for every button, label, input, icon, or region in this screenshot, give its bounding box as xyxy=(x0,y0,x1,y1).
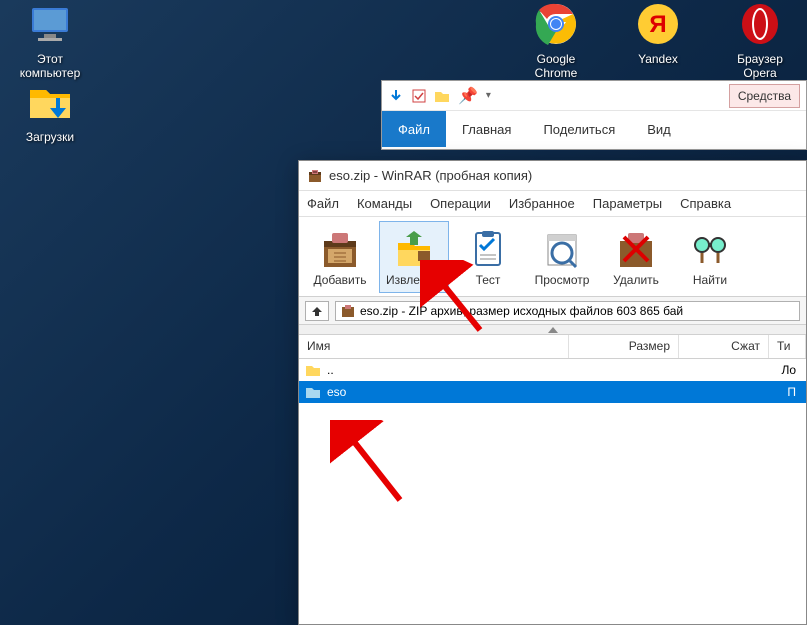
tab-file[interactable]: Файл xyxy=(382,111,446,147)
down-arrow-icon[interactable] xyxy=(388,88,404,104)
menu-favorites[interactable]: Избранное xyxy=(509,196,575,211)
menu-options[interactable]: Параметры xyxy=(593,196,662,211)
row-name: eso xyxy=(327,385,573,399)
winrar-window[interactable]: eso.zip - WinRAR (пробная копия) Файл Ко… xyxy=(298,160,807,625)
explorer-ribbon-tabs: Файл Главная Поделиться Вид xyxy=(382,111,806,147)
folder-icon xyxy=(305,363,321,377)
view-icon xyxy=(540,227,584,271)
folder-icon xyxy=(305,385,321,399)
path-text: eso.zip - ZIP архив, размер исходных фай… xyxy=(360,304,683,318)
menu-file[interactable]: Файл xyxy=(307,196,339,211)
pc-icon xyxy=(26,0,74,48)
view-button[interactable]: Просмотр xyxy=(527,221,597,293)
add-label: Добавить xyxy=(313,273,366,287)
menu-help[interactable]: Справка xyxy=(680,196,731,211)
desktop-icon-label: Загрузки xyxy=(10,130,90,144)
desktop-icon-this-pc[interactable]: Этоткомпьютер xyxy=(10,0,90,81)
column-packed[interactable]: Сжат xyxy=(679,335,769,358)
test-button[interactable]: Тест xyxy=(453,221,523,293)
view-label: Просмотр xyxy=(535,273,590,287)
desktop-icon-label: GoogleChrome xyxy=(516,52,596,81)
list-row-parent[interactable]: .. Ло xyxy=(299,359,806,381)
desktop-icon-yandex[interactable]: Я Yandex xyxy=(618,0,698,66)
tools-tab[interactable]: Средства xyxy=(729,84,800,108)
winrar-app-icon xyxy=(307,168,323,184)
find-label: Найти xyxy=(693,273,727,287)
winrar-pathbar: eso.zip - ZIP архив, размер исходных фай… xyxy=(299,297,806,325)
column-name[interactable]: Имя xyxy=(299,335,569,358)
file-list[interactable]: .. Ло eso П xyxy=(299,359,806,403)
folder-icon[interactable] xyxy=(434,89,450,103)
desktop-icon-opera[interactable]: БраузерOpera xyxy=(720,0,800,81)
qat-dropdown-icon[interactable]: ▾ xyxy=(486,90,491,101)
winrar-title-text: eso.zip - WinRAR (пробная копия) xyxy=(329,168,532,183)
explorer-quick-access-toolbar: 📌 ▾ Средства xyxy=(382,81,806,111)
column-type[interactable]: Ти xyxy=(769,335,806,358)
delete-label: Удалить xyxy=(613,273,659,287)
column-size[interactable]: Размер xyxy=(569,335,679,358)
desktop-icon-label: Этоткомпьютер xyxy=(10,52,90,81)
desktop-icon-chrome[interactable]: GoogleChrome xyxy=(516,0,596,81)
desktop-icon-downloads[interactable]: Загрузки xyxy=(10,78,90,144)
menu-commands[interactable]: Команды xyxy=(357,196,412,211)
downloads-folder-icon xyxy=(26,78,74,126)
row-type: П xyxy=(787,385,800,399)
extract-icon xyxy=(392,227,436,271)
explorer-window[interactable]: 📌 ▾ Средства Файл Главная Поделиться Вид xyxy=(381,80,807,150)
test-icon xyxy=(466,227,510,271)
archive-icon xyxy=(340,304,356,318)
up-button[interactable] xyxy=(305,301,329,321)
find-button[interactable]: Найти xyxy=(675,221,745,293)
column-marker xyxy=(299,325,806,335)
svg-text:Я: Я xyxy=(649,11,666,38)
delete-icon xyxy=(614,227,658,271)
path-field[interactable]: eso.zip - ZIP архив, размер исходных фай… xyxy=(335,301,800,321)
row-name: .. xyxy=(327,363,569,377)
test-label: Тест xyxy=(476,273,501,287)
extract-button[interactable]: Извлечь... xyxy=(379,221,449,293)
add-icon xyxy=(318,227,362,271)
add-button[interactable]: Добавить xyxy=(305,221,375,293)
row-type: Ло xyxy=(781,363,800,377)
winrar-menubar: Файл Команды Операции Избранное Параметр… xyxy=(299,191,806,217)
tab-share[interactable]: Поделиться xyxy=(527,111,631,147)
winrar-toolbar: Добавить Извлечь... Тест Просмотр Удалит… xyxy=(299,217,806,297)
desktop-icon-label: БраузерOpera xyxy=(720,52,800,81)
list-row-eso[interactable]: eso П xyxy=(299,381,806,403)
menu-operations[interactable]: Операции xyxy=(430,196,491,211)
checkbox-icon[interactable] xyxy=(412,89,426,103)
desktop-icon-label: Yandex xyxy=(618,52,698,66)
tab-view[interactable]: Вид xyxy=(631,111,687,147)
winrar-titlebar[interactable]: eso.zip - WinRAR (пробная копия) xyxy=(299,161,806,191)
yandex-icon: Я xyxy=(634,0,682,48)
find-icon xyxy=(688,227,732,271)
column-headers: Имя Размер Сжат Ти xyxy=(299,335,806,359)
opera-icon xyxy=(736,0,784,48)
chrome-icon xyxy=(532,0,580,48)
pin-icon[interactable]: 📌 xyxy=(458,86,478,106)
tab-home[interactable]: Главная xyxy=(446,111,527,147)
delete-button[interactable]: Удалить xyxy=(601,221,671,293)
extract-label: Извлечь... xyxy=(386,273,442,287)
